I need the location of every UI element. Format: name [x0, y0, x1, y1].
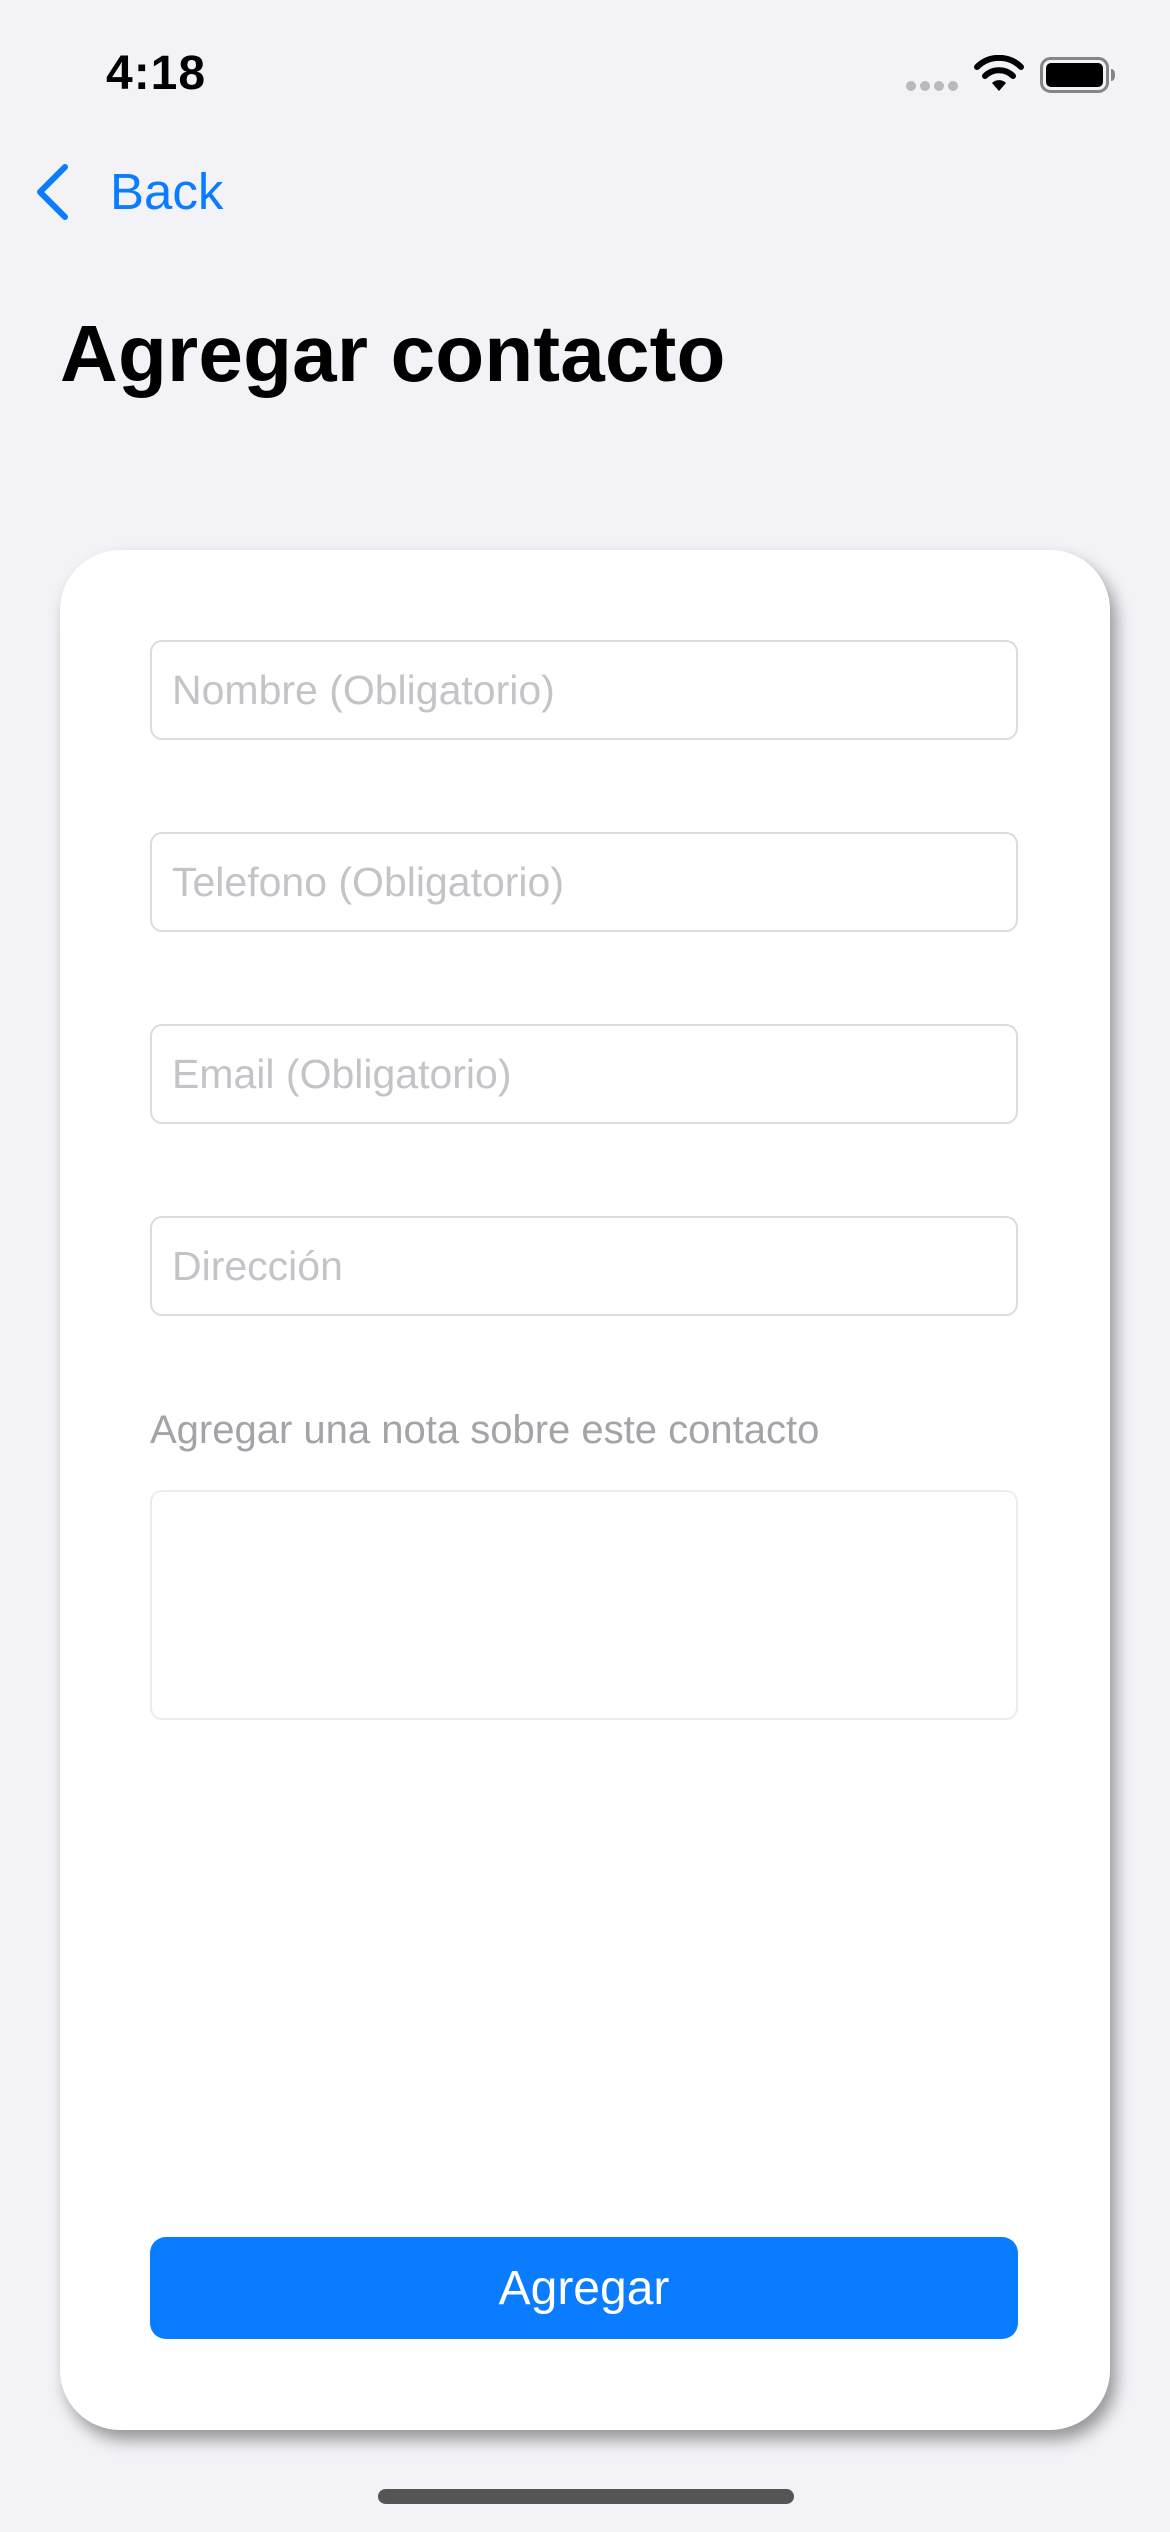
page-title: Agregar contacto [60, 309, 726, 398]
add-contact-button[interactable]: Agregar [150, 2237, 1018, 2339]
back-label: Back [110, 163, 224, 220]
back-button[interactable]: Back [34, 160, 223, 224]
phone-field[interactable] [150, 832, 1018, 932]
battery-icon [1040, 57, 1115, 93]
name-field[interactable] [150, 640, 1018, 740]
wifi-icon [974, 55, 1024, 91]
chevron-left-icon [37, 164, 68, 220]
note-label: Agregar una nota sobre este contacto [150, 1408, 820, 1452]
email-field[interactable] [150, 1024, 1018, 1124]
home-indicator [378, 2489, 794, 2504]
signal-dots-icon [906, 81, 960, 91]
status-time: 4:18 [106, 47, 207, 100]
note-textarea[interactable] [150, 1490, 1018, 1720]
contact-form-card: Agregar una nota sobre este contacto Agr… [60, 550, 1110, 2430]
address-field[interactable] [150, 1216, 1018, 1316]
